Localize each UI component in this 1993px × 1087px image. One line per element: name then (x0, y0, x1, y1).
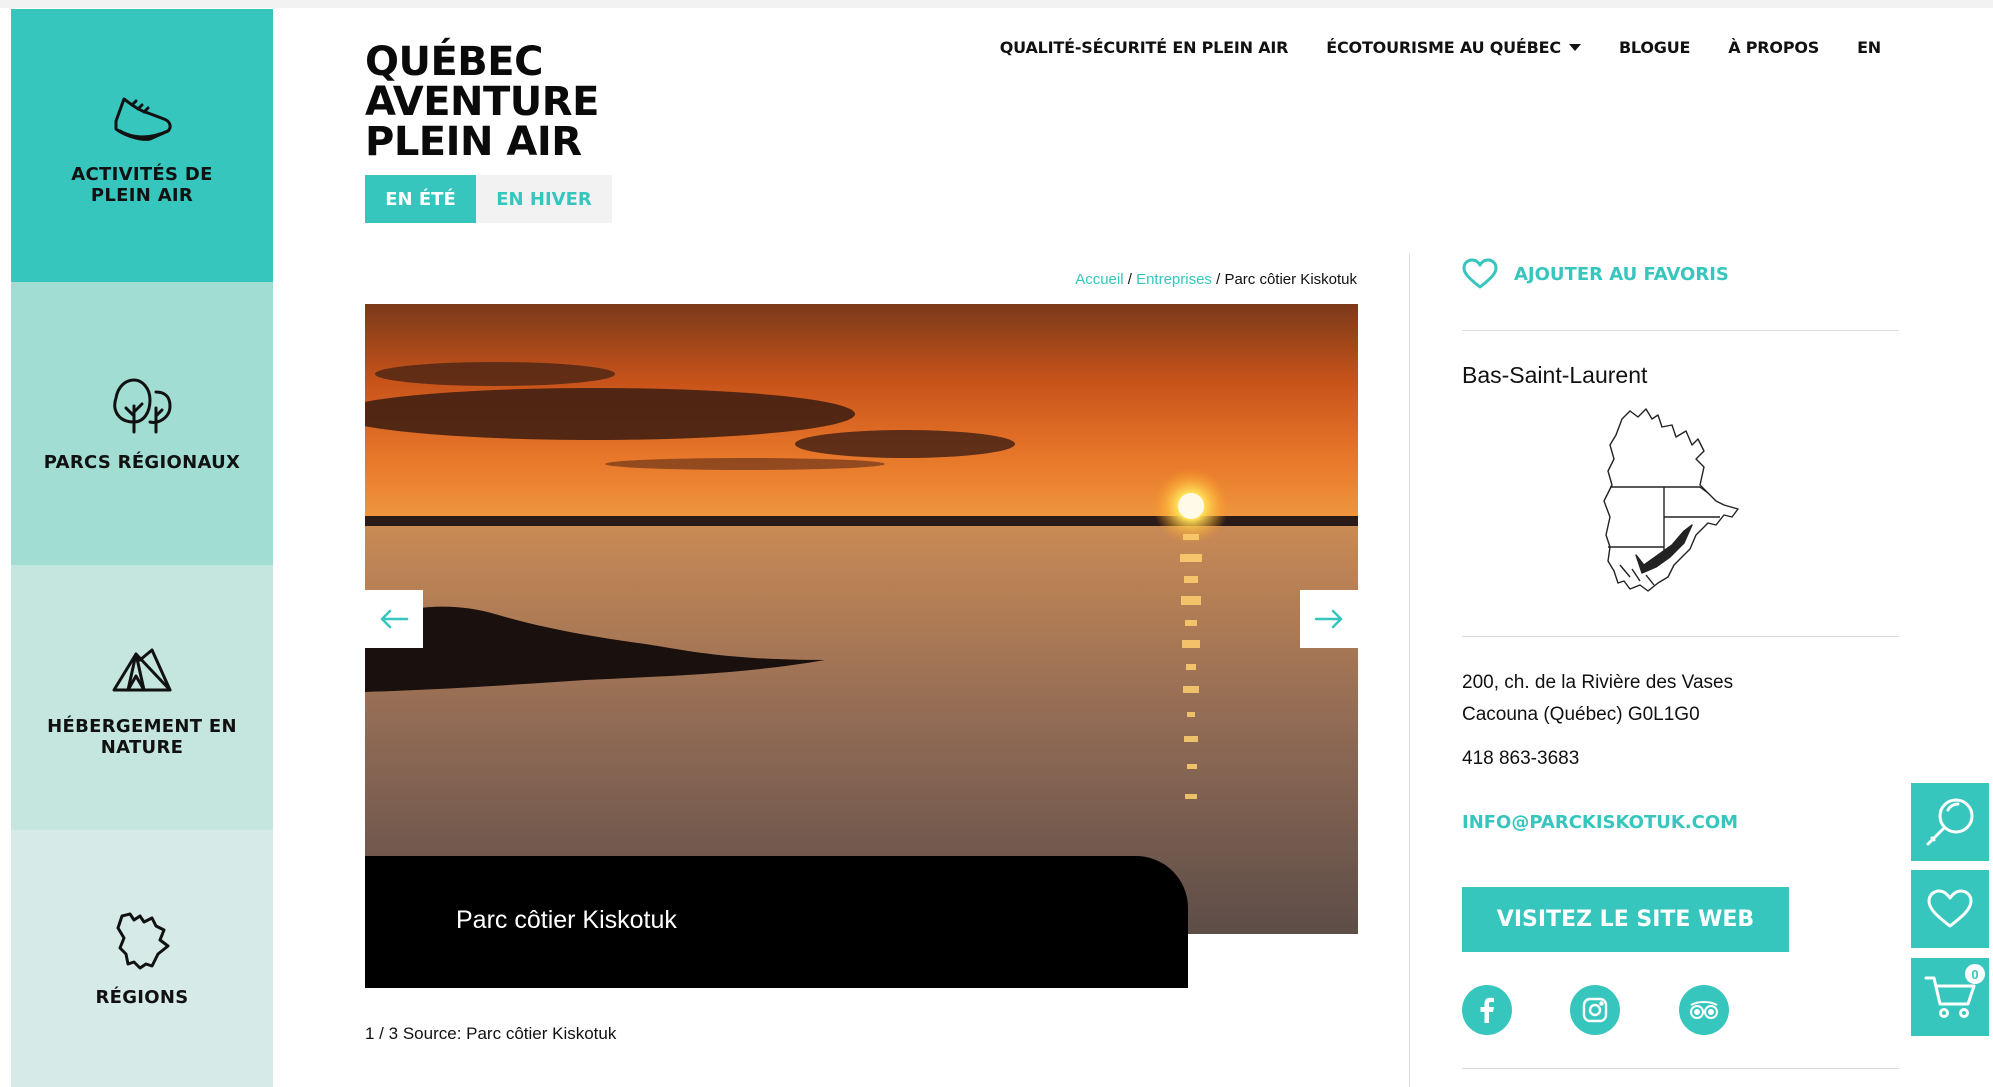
divider (1462, 330, 1899, 331)
phone-number[interactable]: 418 863-3683 (1462, 748, 1579, 770)
nav-item-label: BLOGUE (1618, 37, 1691, 57)
sidebar-item-activites[interactable]: ACTIVITÉS DE PLEIN AIR (11, 9, 273, 282)
slide-source-text: Source: Parc côtier Kiskotuk (402, 1024, 617, 1043)
previous-slide-button[interactable] (365, 590, 423, 648)
arrow-left-icon (380, 609, 409, 629)
breadcrumb-section[interactable]: Entreprises (1136, 271, 1212, 288)
add-favorite-button[interactable]: AJOUTER AU FAVORIS (1462, 258, 1729, 290)
next-slide-button[interactable] (1300, 590, 1358, 648)
favorites-button[interactable] (1911, 870, 1989, 948)
heart-icon (1927, 889, 1973, 928)
sneaker-icon (106, 86, 178, 150)
facebook-button[interactable] (1462, 985, 1512, 1035)
address-line-1: 200, ch. de la Rivière des Vases (1462, 672, 1734, 693)
facebook-icon (1480, 997, 1494, 1023)
breadcrumb-current: Parc côtier Kiskotuk (1224, 271, 1357, 288)
instagram-icon (1582, 997, 1608, 1023)
logo-line: QUÉBEC (365, 39, 543, 85)
slide-caption-text: Parc côtier Kiskotuk (456, 906, 677, 934)
slide-caption: Parc côtier Kiskotuk (365, 856, 1188, 988)
nav-item-label: EN (1857, 37, 1881, 57)
instagram-button[interactable] (1570, 985, 1620, 1035)
breadcrumb-separator: / (1127, 271, 1132, 288)
nav-item-a-propos[interactable]: À PROPOS (1728, 38, 1819, 57)
divider (1462, 636, 1899, 637)
site-logo[interactable]: QUÉBEC AVENTURE PLEIN AIR (365, 42, 599, 162)
language-switch[interactable]: EN (1857, 38, 1881, 57)
address-line-2: Cacouna (Québec) G0L1G0 (1462, 704, 1700, 725)
quebec-map-icon (106, 909, 178, 973)
sunset-photo (365, 304, 1358, 934)
cart-count-badge: 0 (1965, 964, 1985, 984)
breadcrumb: Accueil / Entreprises / Parc côtier Kisk… (1075, 271, 1357, 288)
summer-button[interactable]: EN ÉTÉ (365, 175, 476, 223)
season-toggle: EN ÉTÉ EN HIVER (365, 175, 612, 223)
divider (1462, 1068, 1899, 1069)
breadcrumb-separator: / (1216, 271, 1221, 288)
breadcrumb-home[interactable]: Accueil (1075, 271, 1123, 288)
visit-website-button[interactable]: VISITEZ LE SITE WEB (1462, 887, 1789, 952)
region-name: Bas-Saint-Laurent (1462, 362, 1648, 388)
search-icon (1926, 798, 1974, 846)
email-link[interactable]: INFO@PARCKISKOTUK.COM (1462, 812, 1738, 833)
slide-counter: 1 / 3 (365, 1024, 399, 1043)
caret-down-icon (1568, 43, 1581, 51)
column-divider (1409, 254, 1410, 1087)
nav-item-blogue[interactable]: BLOGUE (1619, 38, 1690, 57)
logo-line: PLEIN AIR (365, 119, 582, 165)
arrow-right-icon (1314, 609, 1343, 629)
tripadvisor-icon (1690, 1001, 1718, 1019)
search-button[interactable] (1911, 783, 1989, 861)
sidebar-item-hebergement[interactable]: HÉBERGEMENT EN NATURE (11, 565, 273, 830)
tent-icon (106, 638, 178, 702)
nav-item-ecotourisme[interactable]: ÉCOTOURISME AU QUÉBEC (1326, 38, 1581, 57)
top-border (0, 0, 1993, 8)
photo-slider[interactable] (365, 304, 1358, 934)
sidebar-item-label: HÉBERGEMENT EN NATURE (47, 715, 237, 758)
winter-button[interactable]: EN HIVER (476, 175, 612, 223)
sidebar-item-label: ACTIVITÉS DE PLEIN AIR (71, 163, 213, 206)
add-favorite-label: AJOUTER AU FAVORIS (1514, 263, 1729, 285)
sidebar-item-label: PARCS RÉGIONAUX (43, 452, 241, 473)
slide-source: 1 / 3 Source: Parc côtier Kiskotuk (365, 1024, 616, 1044)
region-map-icon (1603, 408, 1739, 592)
sidebar-item-label: RÉGIONS (95, 987, 189, 1008)
nav-item-label: À PROPOS (1728, 37, 1820, 57)
nav-item-qualite-securite[interactable]: QUALITÉ-SÉCURITÉ EN PLEIN AIR (1000, 38, 1289, 57)
category-sidebar: ACTIVITÉS DE PLEIN AIR PARCS RÉGIONAUX H… (11, 9, 273, 1087)
cart-button[interactable]: 0 (1911, 958, 1989, 1036)
sidebar-item-regions[interactable]: RÉGIONS (11, 830, 273, 1087)
logo-line: AVENTURE (365, 79, 599, 125)
main-nav: QUALITÉ-SÉCURITÉ EN PLEIN AIR ÉCOTOURISM… (962, 33, 1881, 61)
sidebar-item-parcs[interactable]: PARCS RÉGIONAUX (11, 282, 273, 565)
trees-icon (106, 374, 178, 438)
nav-item-label: QUALITÉ-SÉCURITÉ EN PLEIN AIR (999, 37, 1289, 57)
nav-item-label: ÉCOTOURISME AU QUÉBEC (1326, 37, 1561, 57)
tripadvisor-button[interactable] (1679, 985, 1729, 1035)
heart-icon (1462, 258, 1498, 289)
